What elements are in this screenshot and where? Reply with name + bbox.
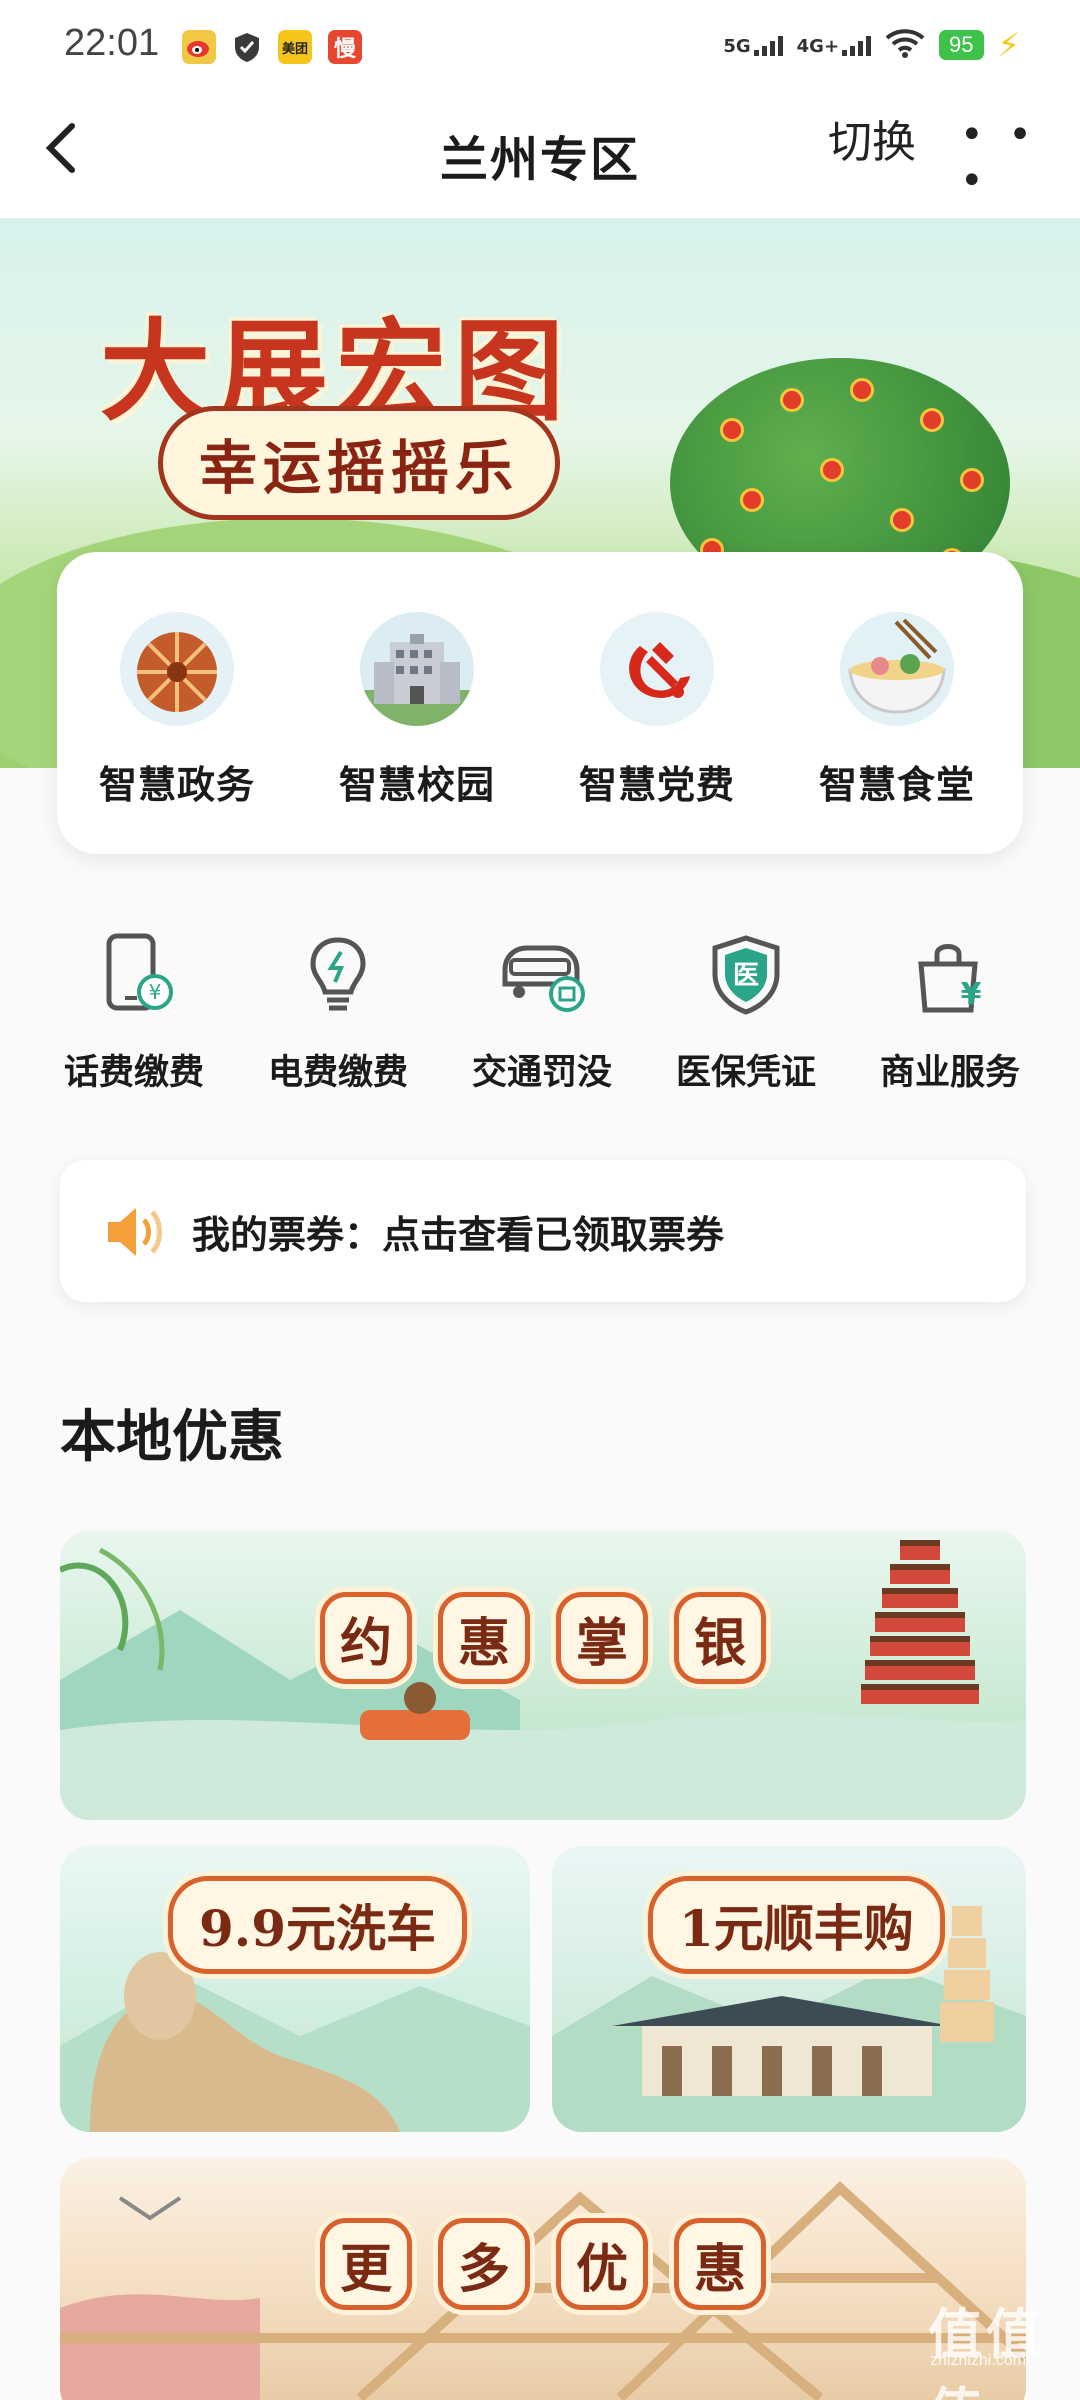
promo-char: 多: [438, 2218, 530, 2310]
smart-item-government[interactable]: 智慧政务: [77, 612, 277, 809]
bridge-illustration: [60, 2181, 1026, 2400]
switch-button[interactable]: 切换: [828, 106, 916, 170]
smart-services-card: 智慧政务 智慧校园 智慧党费 智慧食堂: [57, 552, 1023, 854]
party-fee-icon: [600, 612, 714, 726]
government-icon: [120, 612, 234, 726]
status-indicators: 5G 4G+ 95 ⚡: [723, 26, 1020, 64]
status-bar: 22:01 美团 慢 5G 4G+ 95 ⚡: [0, 0, 1080, 98]
page-title: 兰州专区: [439, 132, 640, 188]
speaker-icon: [102, 1202, 166, 1262]
more-menu-button[interactable]: • • •: [960, 112, 1080, 204]
signal-5g-icon: 5G: [723, 34, 783, 57]
promo-sf-buy[interactable]: 1元顺丰购: [552, 1846, 1026, 2132]
service-label: 电费缴费: [267, 1053, 408, 1093]
watermark-logo: 值值值: [928, 2303, 1044, 2400]
promo-char: 约: [320, 1592, 412, 1684]
smart-item-label: 智慧食堂: [818, 763, 975, 807]
promo-char: 优: [556, 2218, 648, 2310]
signal-5g-label: 5G: [723, 36, 751, 57]
service-label: 商业服务: [879, 1053, 1020, 1093]
signal-4g-icon: 4G+: [796, 34, 872, 57]
man-icon: 慢: [328, 30, 362, 64]
my-tickets-card[interactable]: 我的票券：点击查看已领取票券: [60, 1160, 1026, 1302]
smart-item-party-fee[interactable]: 智慧党费: [557, 612, 757, 809]
promo-char: 更: [320, 2218, 412, 2310]
wifi-icon: [885, 28, 925, 62]
banner-subtitle: 幸运摇摇乐: [158, 406, 561, 520]
meituan-icon: 美团: [278, 30, 312, 64]
service-phone-bill[interactable]: ¥ 话费缴费: [34, 930, 234, 1095]
canteen-icon: [840, 612, 954, 726]
service-label: 话费缴费: [63, 1053, 204, 1093]
promo-yuehui-zhangyin[interactable]: 约 惠 掌 银: [60, 1530, 1026, 1820]
medical-insurance-icon: 医: [701, 930, 791, 1020]
electricity-bill-icon: [293, 930, 383, 1020]
watermark-text: zhizhizhi.com: [930, 2352, 1027, 2369]
smart-item-label: 智慧党费: [578, 763, 735, 807]
local-offers-title: 本地优惠: [60, 1405, 284, 1470]
service-label: 医保凭证: [675, 1053, 816, 1093]
battery-indicator: 95: [939, 30, 984, 60]
business-service-icon: ¥: [905, 930, 995, 1020]
phone-bill-icon: ¥: [89, 930, 179, 1020]
svg-text:¥: ¥: [961, 977, 982, 1012]
status-time: 22:01: [64, 22, 160, 64]
promo-char: 惠: [438, 1592, 530, 1684]
ticket-text: 我的票券：点击查看已领取票券: [192, 1213, 725, 1257]
promo-car-wash[interactable]: 9.9元洗车: [60, 1846, 530, 2132]
traffic-fine-icon: [497, 930, 587, 1020]
shield-icon: [230, 30, 264, 64]
top-nav-bar: 兰州专区 切换 • • •: [0, 98, 1080, 218]
svg-text:¥: ¥: [149, 980, 162, 1004]
service-traffic-fine[interactable]: 交通罚没: [442, 930, 642, 1095]
smart-item-label: 智慧政务: [98, 763, 255, 807]
campus-icon: [360, 612, 474, 726]
pagoda-illustration: [860, 1540, 980, 1708]
smart-item-campus[interactable]: 智慧校园: [317, 612, 517, 809]
smart-item-label: 智慧校园: [338, 763, 495, 807]
weibo-icon: [182, 30, 216, 64]
promo-char: 掌: [556, 1592, 648, 1684]
smart-item-canteen[interactable]: 智慧食堂: [797, 612, 997, 809]
page: 22:01 美团 慢 5G 4G+ 95 ⚡ 兰州专区 切换 • • • 大展宏…: [0, 0, 1080, 2400]
promo-more-offers[interactable]: 更 多 优 惠: [60, 2158, 1026, 2400]
service-electricity-bill[interactable]: 电费缴费: [238, 930, 438, 1095]
sf-buy-label: 1元顺丰购: [648, 1876, 945, 1974]
signal-4g-label: 4G+: [796, 36, 840, 57]
promo-char: 银: [674, 1592, 766, 1684]
promo-char: 惠: [674, 2218, 766, 2310]
charging-icon: ⚡: [997, 26, 1020, 64]
car-wash-label: 9.9元洗车: [168, 1876, 467, 1974]
service-medical-insurance[interactable]: 医 医保凭证: [646, 930, 846, 1095]
service-label: 交通罚没: [471, 1053, 612, 1093]
service-business[interactable]: ¥ 商业服务: [850, 930, 1050, 1095]
svg-text:医: 医: [733, 961, 759, 991]
